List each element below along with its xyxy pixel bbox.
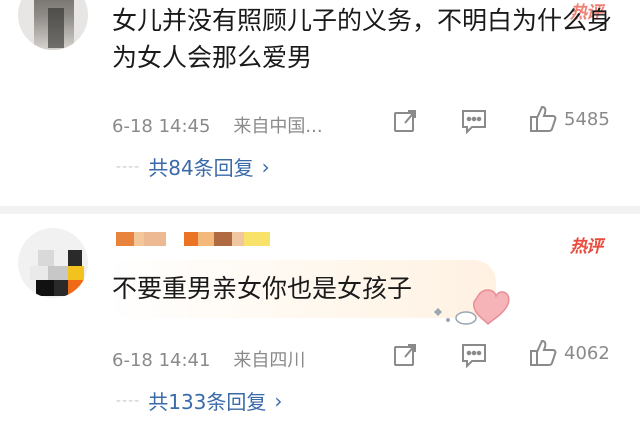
replies-row[interactable]: ---- 共84条回复 ›: [116, 152, 270, 181]
comment-source: 来自中国...: [233, 116, 323, 137]
replies-row[interactable]: ---- 共133条回复 ›: [116, 386, 282, 415]
avatar[interactable]: [18, 0, 88, 50]
comment-item: 热评 女儿并没有照顾儿子的义务，不明白为什么身为女人会那么爱男 6-18 14:…: [0, 0, 640, 198]
share-button[interactable]: [392, 108, 418, 134]
comment-item: 热评 不要重男亲女你也是女孩子 6-18 14:41 来自四川 4062 ---…: [0, 214, 640, 429]
external-link-icon: [394, 110, 416, 132]
like-count: 5485: [564, 108, 610, 130]
comment-meta: 6-18 14:41 来自四川: [112, 346, 305, 372]
share-button[interactable]: [392, 342, 418, 368]
comment-icon: [462, 344, 486, 368]
reply-button[interactable]: [460, 342, 488, 368]
divider-dashes: ----: [116, 392, 141, 409]
comment-time: 6-18 14:45: [112, 116, 211, 137]
view-replies-link[interactable]: 共133条回复: [148, 386, 266, 415]
hot-comment-badge: 热评: [570, 237, 603, 257]
comment-divider: [0, 206, 640, 214]
username-redacted[interactable]: [116, 232, 270, 246]
reply-button[interactable]: [460, 108, 488, 134]
thumbs-up-icon: [530, 339, 557, 366]
comment-text: 女儿并没有照顾儿子的义务，不明白为什么身为女人会那么爱男: [112, 6, 613, 72]
comment-meta: 6-18 14:45 来自中国...: [112, 112, 323, 138]
chevron-right-icon: ›: [261, 154, 270, 179]
comment-text: 不要重男亲女你也是女孩子: [112, 274, 413, 303]
chevron-right-icon: ›: [274, 388, 283, 413]
like-button[interactable]: 4062: [528, 338, 610, 368]
like-count: 4062: [564, 342, 610, 364]
comment-source: 来自四川: [233, 350, 306, 371]
external-link-icon: [394, 344, 416, 366]
like-button[interactable]: 5485: [528, 104, 610, 134]
heart-sticker-icon: [434, 289, 510, 326]
divider-dashes: ----: [116, 158, 141, 175]
avatar[interactable]: [18, 228, 88, 298]
avatar-image-detail: [48, 8, 64, 48]
comment-time: 6-18 14:41: [112, 350, 211, 371]
view-replies-link[interactable]: 共84条回复: [148, 152, 253, 181]
thumbs-up-icon: [530, 105, 557, 132]
comment-icon: [462, 110, 486, 134]
